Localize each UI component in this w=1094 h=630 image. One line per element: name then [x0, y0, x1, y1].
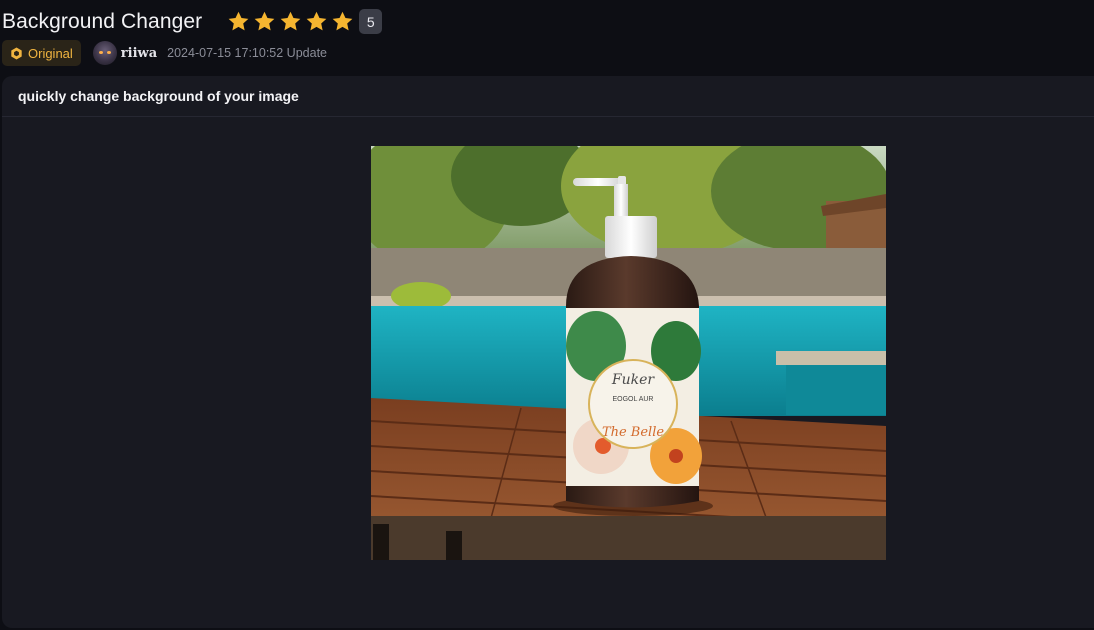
update-timestamp: 2024-07-15 17:10:52 Update: [167, 46, 327, 60]
origin-badge: Original: [2, 40, 81, 66]
star-icon[interactable]: [305, 10, 328, 33]
star-icon[interactable]: [279, 10, 302, 33]
rating-stars[interactable]: [227, 10, 354, 33]
meta-row: Original riiwa 2024-07-15 17:10:52 Updat…: [2, 40, 327, 66]
star-icon[interactable]: [227, 10, 250, 33]
header: Background Changer 5 Original riiwa 2024…: [0, 0, 1094, 76]
title-row: Background Changer 5: [2, 9, 383, 34]
content-card: quickly change background of your image: [2, 76, 1094, 628]
svg-text:The Belle: The Belle: [602, 425, 664, 440]
avatar[interactable]: [92, 41, 117, 65]
svg-text:Fuker: Fuker: [611, 372, 655, 388]
author-link[interactable]: riiwa: [121, 46, 157, 61]
star-icon[interactable]: [331, 10, 354, 33]
hexagon-badge-icon: [10, 47, 23, 60]
description-title: quickly change background of your image: [2, 76, 1094, 117]
star-icon[interactable]: [253, 10, 276, 33]
svg-text:EOGOL AUR: EOGOL AUR: [613, 396, 654, 403]
rating-count-badge: 5: [359, 9, 383, 34]
preview-image[interactable]: Fuker EOGOL AUR The Belle: [371, 146, 886, 560]
page-title: Background Changer: [2, 9, 203, 33]
app-page: Background Changer 5 Original riiwa 2024…: [0, 0, 1094, 630]
origin-label: Original: [28, 45, 73, 61]
